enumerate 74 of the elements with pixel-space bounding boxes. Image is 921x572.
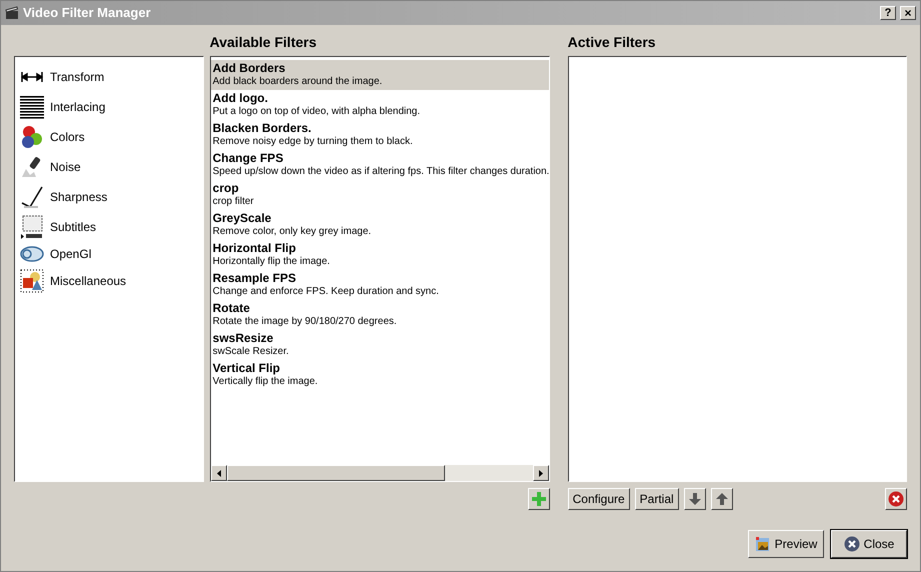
right-arrow-icon [538, 470, 543, 476]
section-title: Available Filters [210, 33, 318, 52]
filter-item[interactable]: GreyScale Remove color, only key grey image. [210, 210, 549, 240]
add-filter-button[interactable] [528, 488, 550, 510]
horizontal-scrollbar[interactable] [210, 465, 549, 481]
category-item[interactable]: Noise [20, 152, 198, 182]
category-item[interactable]: OpenGl [20, 242, 198, 266]
filter-description: swScale Resizer. [212, 345, 290, 358]
scroll-left-button[interactable] [210, 465, 227, 481]
filter-name: swsResize [212, 332, 274, 345]
filter-item[interactable]: Change FPS Speed up/slow down the video as if altering fps. This filter changes duration. [210, 150, 549, 180]
left-arrow-icon [216, 470, 221, 476]
close-dialog-button[interactable]: Close [831, 530, 907, 558]
filter-item[interactable]: crop crop filter [210, 180, 549, 210]
horizontal-lines-icon [20, 95, 44, 119]
filter-name: Vertical Flip [212, 362, 281, 375]
filter-item[interactable]: Vertical Flip Vertically flip the image. [210, 360, 549, 390]
filter-description: Add black boarders around the image. [212, 75, 384, 88]
filter-name: Blacken Borders. [212, 122, 312, 135]
close-icon [844, 536, 860, 552]
clapperboard-icon [5, 6, 19, 20]
filter-description: Rotate the image by 90/180/270 degrees. [212, 315, 398, 328]
plus-icon [530, 491, 547, 507]
category-item[interactable]: Interlacing [20, 92, 198, 122]
help-button[interactable]: ? [880, 6, 896, 20]
brush-icon [20, 185, 44, 209]
move-down-button[interactable] [684, 488, 706, 510]
filter-name: Change FPS [212, 152, 284, 165]
filter-item[interactable]: Resample FPS Change and enforce FPS. Keep duration and sync. [210, 270, 549, 300]
subtitle-icon [20, 215, 44, 239]
filter-item[interactable]: Blacken Borders. Remove noisy edge by turning them to black. [210, 120, 549, 150]
filter-item[interactable]: swsResize swScale Resizer. [210, 330, 549, 360]
category-item[interactable]: Subtitles [20, 212, 198, 242]
move-up-button[interactable] [710, 488, 733, 510]
category-item[interactable]: Transform [20, 62, 198, 92]
filter-name: crop [212, 182, 240, 195]
filter-description: Change and enforce FPS. Keep duration and sync. [212, 285, 440, 298]
filter-item[interactable]: Horizontal Flip Horizontally flip the image. [210, 240, 549, 270]
category-item[interactable]: Miscellaneous [20, 266, 198, 296]
color-balls-icon [20, 125, 44, 149]
filter-description: crop filter [212, 195, 255, 208]
double-arrow-icon [21, 72, 43, 82]
preview-button[interactable]: Preview [748, 530, 824, 558]
filter-name: Resample FPS [212, 272, 298, 285]
filter-name: GreyScale [212, 212, 272, 225]
filter-name: Rotate [212, 302, 251, 315]
picture-file-icon [754, 536, 771, 552]
window-title: Video Filter Manager [23, 4, 152, 22]
category-item[interactable]: Colors [20, 122, 198, 152]
scroll-right-button[interactable] [532, 465, 549, 481]
opengl-logo-icon [20, 246, 44, 262]
filter-description: Remove noisy edge by turning them to black. [212, 135, 414, 148]
section-title: Active Filters [568, 33, 657, 52]
filter-description: Vertically flip the image. [212, 375, 319, 388]
partial-button[interactable]: Partial [634, 488, 679, 510]
filter-name: Add Borders [212, 62, 286, 75]
close-button[interactable]: × [900, 6, 916, 20]
down-arrow-icon [688, 492, 702, 506]
filter-description: Horizontally flip the image. [212, 255, 331, 268]
filter-description: Speed up/slow down the video as if altering fps. This filter changes duration. [212, 165, 547, 178]
up-arrow-icon [714, 492, 729, 506]
filter-item[interactable]: Add Borders Add black boarders around the image. [210, 60, 549, 90]
filter-description: Remove color, only key grey image. [212, 225, 372, 238]
remove-icon [888, 491, 904, 507]
filter-item[interactable]: Rotate Rotate the image by 90/180/270 degrees. [210, 300, 549, 330]
filter-name: Horizontal Flip [212, 242, 297, 255]
filter-description: Put a logo on top of video, with alpha blending. [212, 105, 422, 118]
filter-name: Add logo. [212, 92, 269, 105]
scroll-thumb[interactable] [226, 465, 445, 481]
configure-button[interactable]: Configure [568, 488, 630, 510]
filter-item[interactable]: Add logo. Put a logo on top of video, with alpha blending. [210, 90, 549, 120]
shapes-icon [20, 269, 44, 293]
category-item[interactable]: Sharpness [20, 182, 198, 212]
remove-filter-button[interactable] [885, 488, 907, 510]
